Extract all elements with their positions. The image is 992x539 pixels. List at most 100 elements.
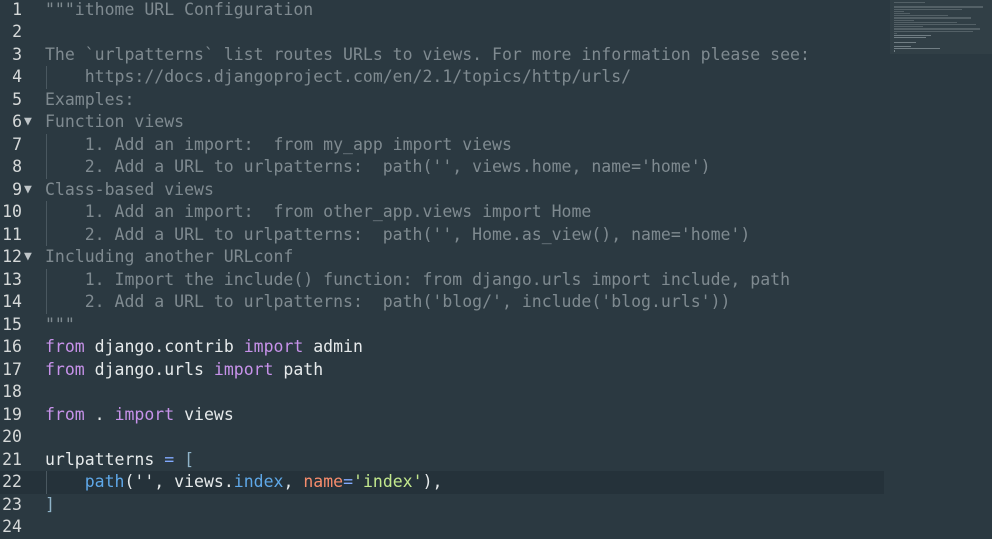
line-number: 17 <box>2 359 22 379</box>
line-number: 9 <box>12 179 22 199</box>
line-number: 19 <box>2 404 22 424</box>
line-number: 22 <box>2 472 22 491</box>
minimap-line <box>894 10 905 13</box>
token: from <box>45 337 85 356</box>
code-line[interactable]: 10 1. Add an import: from other_app.view… <box>0 201 884 224</box>
minimap[interactable] <box>890 0 992 539</box>
token: index <box>233 472 284 491</box>
code-line[interactable]: 5 Examples: <box>0 89 884 112</box>
code-line[interactable]: 7 1. Add an import: from my_app import v… <box>0 133 884 157</box>
code-line[interactable]: 14 2. Add a URL to urlpatterns: path('bl… <box>0 291 884 314</box>
minimap-line <box>894 13 911 15</box>
token: 1. Import the include() function: from d… <box>45 269 791 289</box>
token: from <box>45 359 85 379</box>
minimap-line <box>894 26 923 28</box>
code-text: ] <box>45 494 55 517</box>
fold-arrow-icon[interactable]: ▼ <box>24 246 37 269</box>
minimap-line <box>894 28 981 30</box>
line-number: 13 <box>2 269 22 289</box>
code-line[interactable]: 15 """ <box>0 314 884 337</box>
code-text: """ithome URL Configuration <box>45 0 313 21</box>
indent-guide <box>46 133 47 156</box>
code-line[interactable]: 23] <box>0 494 884 517</box>
line-number: 7 <box>12 134 22 154</box>
line-number: 4 <box>12 67 22 86</box>
code-line[interactable]: 1 """ithome URL Configuration <box>0 0 884 21</box>
code-line[interactable]: 22 path('', views.index, name='index'), <box>0 471 884 494</box>
line-number: 14 <box>2 292 22 311</box>
code-line[interactable]: 3 The `urlpatterns` list routes URLs to v… <box>0 44 884 67</box>
code-editor[interactable]: 1 """ithome URL Configuration 2 3 The `urlpa… <box>0 0 884 539</box>
minimap-line <box>894 30 974 32</box>
minimap-line <box>894 6 983 8</box>
fold-arrow-icon[interactable]: ▼ <box>24 111 37 134</box>
token: django.urls <box>84 359 214 379</box>
token: Function views <box>45 112 185 131</box>
token: name <box>303 472 344 491</box>
token: django.contrib <box>84 337 244 356</box>
token: , <box>283 472 304 491</box>
minimap-line <box>894 8 962 10</box>
code-line[interactable]: 6 ▼ Function views <box>0 111 884 134</box>
token: https://docs.djangoproject.com/en/2.1/to… <box>45 67 632 86</box>
code-text: from django.contrib import admin <box>45 336 363 359</box>
code-line[interactable]: 4 https://docs.djangoproject.com/en/2.1/… <box>0 66 884 89</box>
minimap-line <box>894 17 972 19</box>
token: """ithome URL Configuration <box>45 0 314 19</box>
code-line[interactable]: 16 from django.contrib import admin <box>0 336 884 359</box>
code-text: 1. Add an import: from my_app import vie… <box>45 134 512 157</box>
code-line[interactable]: 11 2. Add a URL to urlpatterns: path('',… <box>0 223 884 247</box>
token: """ <box>45 314 75 334</box>
code-line[interactable]: 19 from . import views <box>0 404 884 427</box>
indent-guide <box>46 471 47 494</box>
code-text: 2. Add a URL to urlpatterns: path('', Ho… <box>45 224 751 247</box>
line-number: 15 <box>2 314 22 334</box>
token: urlpatterns <box>45 449 165 469</box>
code-line[interactable]: 8 2. Add a URL to urlpatterns: path('', … <box>0 156 884 179</box>
token: 2. Add a URL to urlpatterns: path('blog/… <box>45 292 731 311</box>
minimap-line <box>894 41 916 43</box>
indent-guide <box>46 66 47 89</box>
minimap-line <box>894 46 912 48</box>
token: = <box>343 472 354 491</box>
indent-guide <box>46 291 47 314</box>
indent-guide <box>46 156 47 179</box>
token: Including another URLconf <box>45 247 294 266</box>
code-line[interactable]: 12 ▼ Including another URLconf <box>0 246 884 269</box>
token: path <box>84 472 125 491</box>
line-number: 11 <box>2 224 22 244</box>
code-line[interactable]: 9 ▼ Class-based views <box>0 179 884 202</box>
code-line[interactable]: 13 1. Import the include() function: fro… <box>0 268 884 291</box>
code-line[interactable]: 24 <box>0 516 884 539</box>
token: from <box>45 404 85 424</box>
code-line[interactable]: 18 <box>0 381 884 404</box>
indent-guide <box>46 201 47 224</box>
code-text: from django.urls import path <box>45 359 323 382</box>
minimap-line <box>894 15 949 17</box>
code-line[interactable]: 21 urlpatterns = [ <box>0 449 884 472</box>
code-text: Including another URLconf <box>45 246 293 269</box>
fold-arrow-icon[interactable]: ▼ <box>24 179 37 202</box>
token: ), <box>422 472 443 491</box>
line-number: 1 <box>12 0 22 19</box>
line-number: 20 <box>2 427 22 446</box>
line-number: 24 <box>2 517 22 536</box>
indent-guide <box>46 223 47 246</box>
token: The `urlpatterns` list routes URLs to vi… <box>45 44 810 64</box>
code-line[interactable]: 2 <box>0 21 884 44</box>
code-text: Class-based views <box>45 179 214 202</box>
code-text: 1. Add an import: from other_app.views i… <box>45 201 592 224</box>
line-number: 2 <box>12 22 22 41</box>
token: import <box>243 337 304 356</box>
token: 2. Add a URL to urlpatterns: path('', vi… <box>45 157 711 176</box>
code-text: """ <box>45 314 75 337</box>
code-text: The `urlpatterns` list routes URLs to vi… <box>45 44 810 67</box>
code-line[interactable]: 17 from django.urls import path <box>0 359 884 382</box>
line-number: 3 <box>12 44 22 64</box>
line-number: 21 <box>2 449 22 469</box>
code-line[interactable]: 20 <box>0 426 884 449</box>
minimap-line <box>894 32 898 35</box>
token: 1. Add an import: from my_app import vie… <box>45 134 512 154</box>
token: import <box>213 359 274 379</box>
